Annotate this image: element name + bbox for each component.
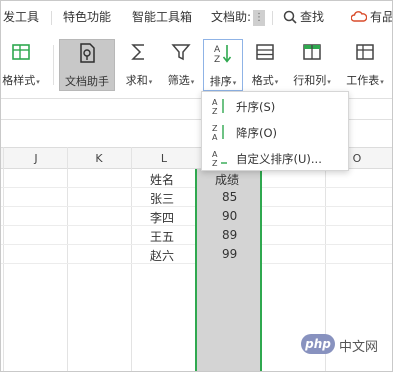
cell-score[interactable]: 90	[222, 209, 237, 223]
menu-document-assistant[interactable]: 文档助:	[211, 8, 251, 25]
sort-icon: A Z	[214, 45, 232, 64]
filter-icon	[171, 44, 191, 61]
custom-sort-label: 自定义排序(U)...	[236, 152, 322, 166]
sum-button[interactable]: 求和▾	[119, 39, 159, 91]
cloud-icon[interactable]	[351, 10, 367, 24]
svg-text:Z: Z	[212, 124, 218, 133]
menu-bar: 发工具 特色功能 智能工具箱 文档助: ⋮ 查找 有品	[1, 1, 392, 33]
svg-text:A: A	[212, 150, 218, 159]
format-label: 格式	[251, 74, 274, 87]
ribbon-toolbar: 格样式▾ 文档助手 求和▾ 筛选▾ A Z 排序▾ 格式▾ 行和列▾ 工作表▾	[1, 33, 392, 99]
filter-button[interactable]: 筛选▾	[161, 39, 201, 91]
cell-score-header[interactable]: 成绩	[215, 171, 239, 188]
grid-column-line	[131, 147, 132, 371]
document-assistant-button[interactable]: 文档助手	[59, 39, 115, 91]
document-assistant-label: 文档助手	[65, 75, 109, 88]
svg-text:Z: Z	[212, 159, 218, 167]
rows-columns-icon	[303, 44, 321, 60]
cell-score[interactable]: 99	[222, 247, 237, 261]
ribbon-divider	[53, 45, 54, 85]
cell-name[interactable]: 王五	[150, 228, 174, 245]
sort-button[interactable]: A Z 排序▾	[203, 39, 243, 91]
svg-text:Z: Z	[212, 107, 218, 115]
watermark-text: 中文网	[339, 340, 379, 355]
format-button[interactable]: 格式▾	[245, 39, 285, 91]
menu-divider	[51, 11, 52, 25]
php-logo: php	[301, 334, 335, 354]
menu-special-features[interactable]: 特色功能	[63, 8, 111, 25]
svg-text:A: A	[212, 133, 218, 141]
sort-descending-icon: Z A	[212, 124, 224, 141]
sort-descending-label: 降序(O)	[236, 126, 278, 140]
column-header-k[interactable]: K	[89, 152, 109, 165]
table-style-button[interactable]: 格样式▾	[1, 39, 49, 91]
sort-label: 排序	[209, 75, 232, 88]
cell-name-header[interactable]: 姓名	[150, 171, 174, 188]
menu-developer-tools[interactable]: 发工具	[3, 8, 39, 25]
sort-ascending-item[interactable]: A Z 升序(S)	[202, 94, 348, 118]
worksheet-label: 工作表	[346, 74, 380, 87]
grid-column-line	[67, 147, 68, 371]
search-label[interactable]: 查找	[300, 8, 324, 25]
cell-score[interactable]: 89	[222, 228, 237, 242]
menu-smart-toolbox[interactable]: 智能工具箱	[132, 8, 192, 25]
custom-sort-item[interactable]: A Z 自定义排序(U)...	[202, 146, 348, 170]
sum-icon	[131, 44, 144, 60]
php-watermark: php 中文网	[301, 334, 387, 355]
svg-text:Z: Z	[214, 55, 220, 64]
sum-label: 求和	[125, 74, 148, 87]
column-header-o[interactable]: O	[347, 152, 367, 165]
sort-ascending-label: 升序(S)	[236, 100, 276, 114]
svg-text:A: A	[214, 45, 221, 55]
cell-name[interactable]: 张三	[150, 190, 174, 207]
search-icon[interactable]	[283, 10, 297, 24]
rows-columns-button[interactable]: 行和列▾	[288, 39, 336, 91]
filter-label: 筛选	[167, 74, 190, 87]
sort-ascending-icon: A Z	[212, 98, 224, 115]
format-icon	[256, 44, 274, 60]
cloud-label[interactable]: 有品	[370, 8, 392, 25]
column-header-l[interactable]: L	[154, 152, 174, 165]
column-header-j[interactable]: J	[26, 152, 46, 165]
rows-columns-label: 行和列	[293, 74, 327, 87]
custom-sort-icon: A Z	[212, 150, 227, 167]
menu-divider	[272, 11, 273, 25]
cell-name[interactable]: 赵六	[150, 247, 174, 264]
cell-score[interactable]: 85	[222, 190, 237, 204]
document-assistant-icon	[80, 43, 95, 63]
worksheet-button[interactable]: 工作表▾	[340, 39, 390, 91]
svg-text:A: A	[212, 98, 218, 107]
table-style-label: 格样式	[2, 74, 36, 87]
table-style-icon	[12, 44, 30, 60]
menu-more-button[interactable]: ⋮	[253, 10, 265, 26]
worksheet-icon	[356, 44, 374, 60]
sort-dropdown-menu: A Z 升序(S) Z A 降序(O) A Z 自定义排序(U)...	[201, 91, 349, 171]
spreadsheet-window: 发工具 特色功能 智能工具箱 文档助: ⋮ 查找 有品 格样式▾ 文档助手 求和…	[0, 0, 393, 372]
cell-name[interactable]: 李四	[150, 209, 174, 226]
sort-descending-item[interactable]: Z A 降序(O)	[202, 120, 348, 144]
grid-column-line	[3, 147, 4, 371]
